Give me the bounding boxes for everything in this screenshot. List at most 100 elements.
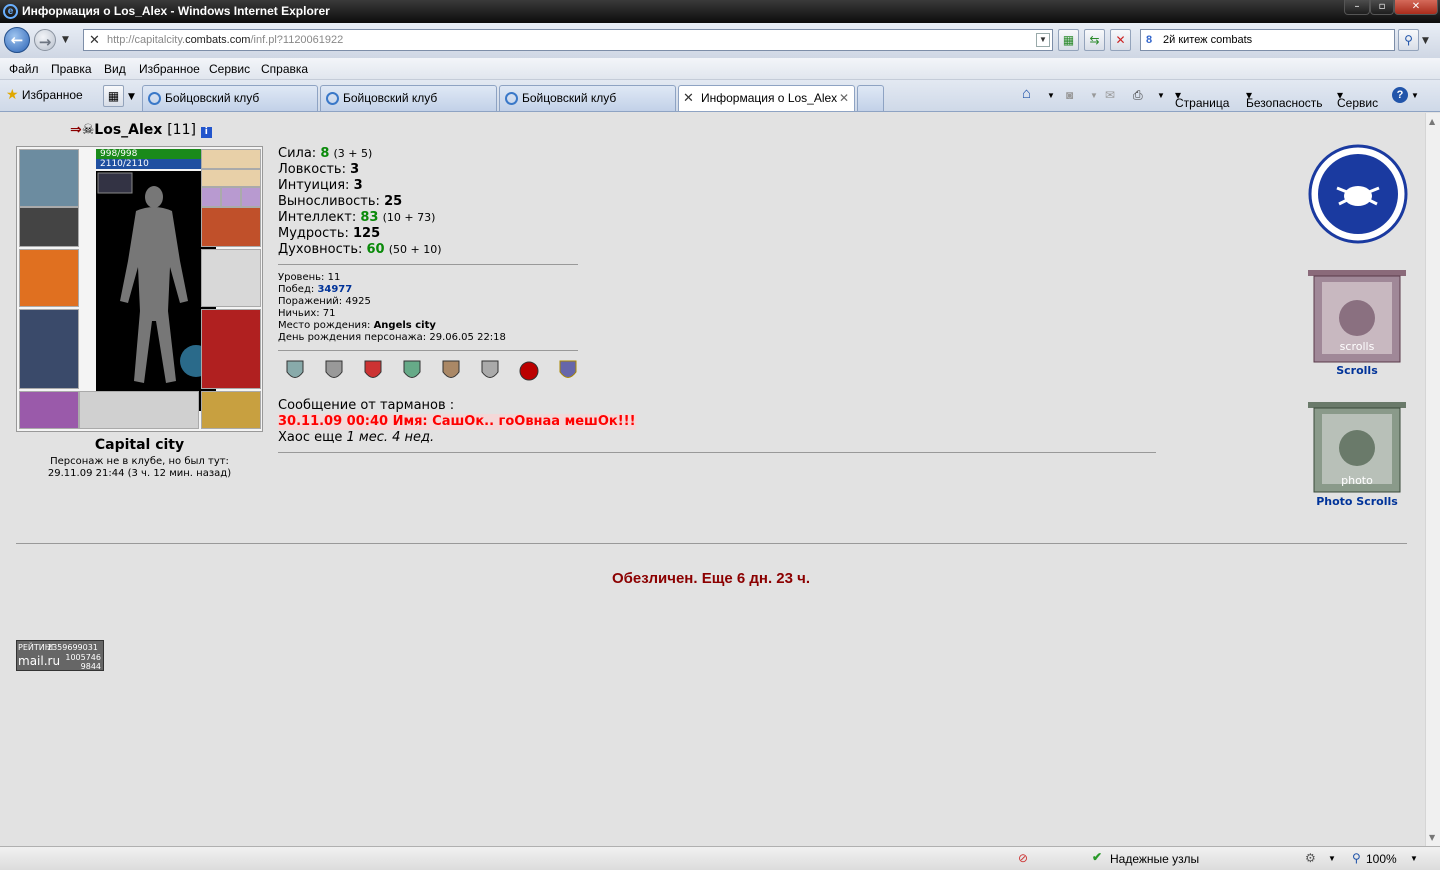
photo-scrolls-icon[interactable]: photo — [1306, 400, 1408, 496]
print-dropdown-icon[interactable]: ▼ — [1157, 91, 1165, 100]
new-tab-button[interactable] — [857, 85, 884, 111]
menu-view[interactable]: Вид — [104, 62, 126, 76]
search-input[interactable]: 8 2й китеж combats — [1140, 29, 1395, 51]
protected-mode-icon[interactable]: ⚙ — [1305, 851, 1316, 865]
scrolls-icon[interactable]: scrolls — [1306, 268, 1408, 366]
forward-button[interactable]: → — [34, 29, 56, 51]
tab-1[interactable]: Бойцовский клуб — [142, 85, 318, 111]
stat-label: Духовность: — [278, 242, 363, 257]
rating-counter[interactable]: РЕЙТИНГ 2359699031 mail.ru 1005746 9844 — [16, 640, 104, 671]
draws-label: Ничьих: — [278, 308, 320, 319]
earrings-slot[interactable] — [201, 149, 261, 169]
clan-emblem-icon[interactable] — [1307, 144, 1409, 244]
zoom-level[interactable]: 100% — [1366, 852, 1397, 866]
feeds-dropdown-icon[interactable]: ▼ — [1090, 91, 1098, 100]
scroll-up-icon[interactable]: ▲ — [1429, 117, 1435, 126]
badge-shield-icon[interactable] — [479, 358, 501, 384]
badge-shield-icon[interactable] — [440, 358, 462, 384]
print-icon[interactable]: ⎙ — [1133, 88, 1143, 103]
back-button[interactable]: ← — [4, 27, 30, 53]
photo-scrolls-link[interactable]: Photo Scrolls — [1306, 495, 1408, 508]
belt-slot[interactable] — [19, 391, 79, 429]
badge-shield-icon[interactable] — [401, 358, 423, 384]
badge-shield-icon[interactable] — [518, 358, 540, 384]
menu-favorites[interactable]: Избранное — [139, 62, 200, 76]
stop-icon[interactable]: ✕ — [1110, 29, 1131, 51]
character-name[interactable]: Los_Alex — [94, 122, 162, 138]
page-menu[interactable]: Страница ▾ — [1175, 88, 1229, 110]
leggings-slot[interactable] — [201, 309, 261, 389]
help-icon[interactable]: ? — [1392, 87, 1408, 103]
url-dropdown-icon[interactable]: ▼ — [1036, 33, 1050, 47]
mail-icon[interactable]: ✉ — [1105, 88, 1115, 102]
refresh-icon[interactable]: ⇆ — [1084, 29, 1105, 51]
ring-slot-2[interactable] — [221, 187, 241, 207]
badge-shield-icon[interactable] — [323, 358, 345, 384]
badge-shield-icon[interactable] — [557, 358, 579, 384]
ring-slot-1[interactable] — [201, 187, 221, 207]
security-menu-label: Безопасность — [1246, 96, 1323, 110]
home-dropdown-icon[interactable]: ▼ — [1047, 91, 1055, 100]
quick-tabs-icon[interactable]: ▦ — [103, 85, 124, 107]
tools-menu[interactable]: Сервис ▾ — [1337, 88, 1378, 110]
city-name: Capital city — [94, 437, 185, 453]
maximize-button[interactable]: ▫ — [1370, 0, 1394, 15]
compatibility-view-icon[interactable]: ▦ — [1058, 29, 1079, 51]
security-menu[interactable]: Безопасность ▾ — [1246, 88, 1323, 110]
ring-slot-3[interactable] — [241, 187, 261, 207]
history-dropdown-icon[interactable]: ▼ — [62, 35, 69, 45]
amulet-slot[interactable] — [201, 169, 261, 187]
club-line-2: 29.11.09 21:44 (3 ч. 12 мин. назад) — [47, 468, 232, 479]
tab-list-icon[interactable]: ▼ — [128, 92, 135, 102]
popup-blocker-icon[interactable]: ⊘ — [1018, 851, 1028, 865]
mana-bar: 2110/2110 — [96, 159, 216, 169]
close-window-button[interactable]: ✕ — [1394, 0, 1438, 15]
menu-tools[interactable]: Сервис — [209, 62, 250, 76]
menu-file[interactable]: Файл — [9, 62, 39, 76]
shield-slot-empty[interactable] — [201, 249, 261, 307]
scroll-down-icon[interactable]: ▼ — [1429, 833, 1435, 842]
security-zone[interactable]: Надежные узлы — [1110, 852, 1199, 866]
message-header: Сообщение от тарманов : — [278, 398, 455, 413]
badge-shield-icon[interactable] — [362, 358, 384, 384]
ie-logo-icon: e — [3, 4, 18, 19]
page-menu-label: Страница — [1175, 96, 1230, 110]
search-icon[interactable]: ⚲ — [1398, 29, 1419, 51]
badge-shield-icon[interactable] — [284, 358, 306, 384]
favorites-button[interactable]: ★ Избранное — [6, 86, 83, 103]
boots-slot[interactable] — [201, 391, 261, 429]
gloves-slot[interactable] — [201, 207, 261, 247]
url-input[interactable]: ✕ http://capitalcity.combats.com/inf.pl?… — [83, 29, 1053, 51]
mailru-logo: mail.ru — [18, 654, 61, 668]
help-dropdown-icon[interactable]: ▼ — [1411, 91, 1419, 100]
url-domain: combats.com — [185, 34, 251, 46]
wins-value[interactable]: 34977 — [317, 284, 352, 295]
stat-label: Интуиция: — [278, 178, 350, 193]
tab-4-active[interactable]: ✕ Информация о Los_Alex ✕ — [678, 85, 855, 111]
protected-dropdown-icon[interactable]: ▼ — [1328, 854, 1336, 863]
vertical-scrollbar[interactable]: ▲ ▼ — [1425, 113, 1440, 846]
feeds-icon[interactable]: ◙ — [1066, 88, 1073, 102]
close-tab-icon[interactable]: ✕ — [839, 86, 849, 110]
tab-label: Бойцовский клуб — [522, 91, 617, 105]
tab-3[interactable]: Бойцовский клуб — [499, 85, 676, 111]
tab-2[interactable]: Бойцовский клуб — [320, 85, 497, 111]
minimize-button[interactable]: – — [1344, 0, 1370, 15]
page-divider — [16, 543, 1407, 544]
tab-label: Бойцовский клуб — [343, 91, 438, 105]
menu-edit[interactable]: Правка — [51, 62, 92, 76]
stat-extra: (3 + 5) — [333, 147, 373, 160]
menu-help[interactable]: Справка — [261, 62, 308, 76]
home-icon[interactable]: ⌂ — [1022, 85, 1031, 102]
armor-slot[interactable] — [19, 309, 79, 389]
bracers-slot[interactable] — [19, 207, 79, 247]
zoom-dropdown-icon[interactable]: ▼ — [1410, 854, 1418, 863]
birthplace-value: Angels city — [373, 320, 436, 331]
stat-label: Сила: — [278, 146, 317, 161]
search-options-icon[interactable]: ▼ — [1422, 36, 1429, 46]
helmet-slot[interactable] — [19, 149, 79, 207]
birthplace-label: Место рождения: — [278, 320, 371, 331]
scrolls-link[interactable]: Scrolls — [1306, 364, 1408, 377]
info-icon[interactable]: i — [200, 127, 212, 138]
weapon-slot[interactable] — [19, 249, 79, 307]
